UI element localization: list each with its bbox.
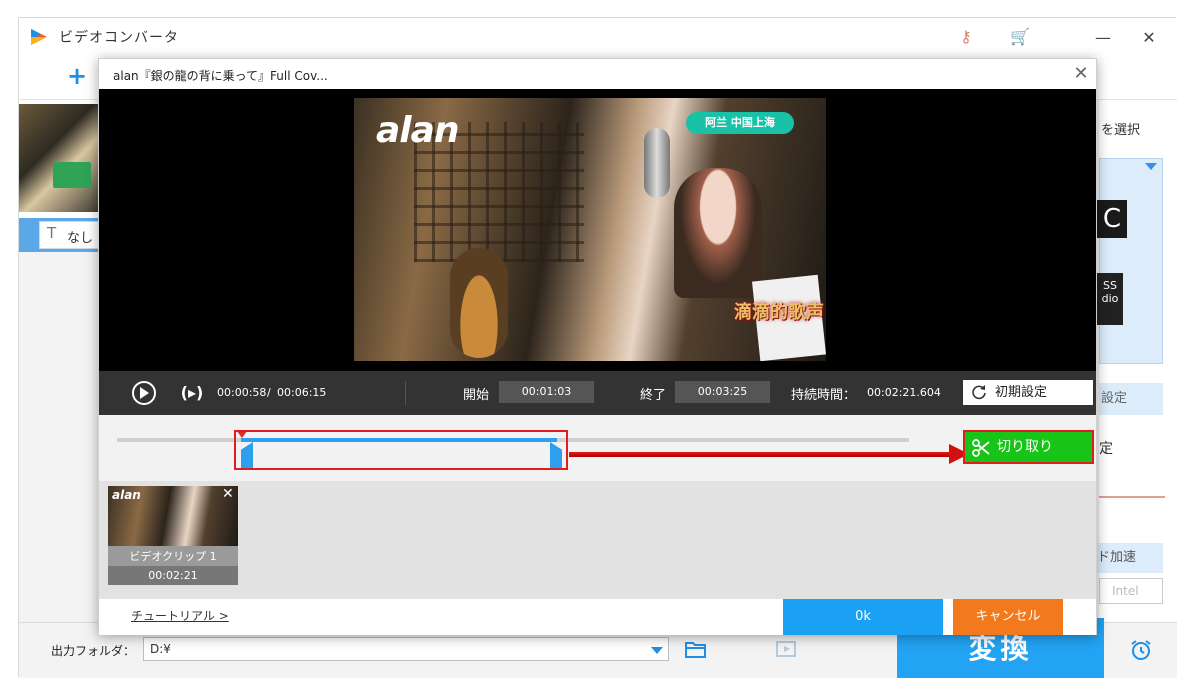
thumbnail-sign	[53, 162, 91, 188]
app-logo-icon	[31, 29, 47, 45]
clip-brand-text: alan	[112, 488, 141, 502]
video-frame[interactable]: alan 阿兰 中国上海 滴滴的歌声	[354, 98, 826, 361]
key-icon[interactable]: ⚷	[955, 26, 977, 48]
clip-list: alan ✕ ビデオクリップ 1 00:02:21	[99, 481, 1096, 599]
frame-guitar	[450, 248, 508, 358]
highlight-box	[234, 430, 568, 470]
video-location-badge: 阿兰 中国上海	[686, 112, 794, 134]
folder-icon[interactable]	[685, 640, 707, 658]
start-label: 開始	[463, 388, 490, 403]
add-file-button[interactable]: +	[67, 62, 87, 90]
clip-thumbnail: alan ✕	[108, 486, 238, 546]
clip-card[interactable]: alan ✕ ビデオクリップ 1 00:02:21	[108, 486, 238, 585]
chevron-down-icon[interactable]	[1145, 163, 1157, 170]
trim-dialog: alan『銀の龍の背に乗って』Full Cov... ✕ alan 阿兰 中国上…	[98, 58, 1097, 635]
tutorial-link[interactable]: チュートリアル >	[131, 607, 229, 624]
video-preview: alan 阿兰 中国上海 滴滴的歌声	[99, 89, 1096, 371]
export-video-icon[interactable]	[775, 638, 797, 660]
clip-duration: 00:02:21	[108, 566, 238, 585]
clip-delete-icon[interactable]: ✕	[222, 486, 234, 502]
intel-checkbox[interactable]: Intel	[1099, 578, 1163, 604]
app-titlebar: ビデオコンバータ ⚷ 🛒 — ✕	[19, 18, 1177, 56]
play-icon	[140, 387, 149, 399]
file-thumbnail[interactable]	[19, 104, 99, 212]
video-show-logo: 滴滴的歌声	[734, 302, 824, 323]
output-folder-select[interactable]: D:¥	[143, 637, 669, 661]
cart-icon[interactable]: 🛒	[1009, 26, 1031, 48]
time-separator: /	[267, 386, 271, 399]
duration-label: 持続時間：	[791, 388, 857, 403]
cancel-button[interactable]: キャンセル	[953, 599, 1063, 635]
dialog-title: alan『銀の龍の背に乗って』Full Cov...	[113, 69, 328, 83]
video-brand-text: alan	[376, 110, 460, 151]
current-time: 00:00:58	[217, 386, 267, 399]
alarm-clock-icon[interactable]	[1129, 638, 1153, 662]
format-code-top: C	[1097, 200, 1127, 238]
end-label: 終了	[640, 388, 667, 403]
divider	[405, 381, 406, 405]
dialog-close-button[interactable]: ✕	[1071, 64, 1091, 84]
frame-microphone	[644, 128, 670, 198]
quality-slider[interactable]	[1099, 496, 1165, 498]
parameter-settings-button[interactable]: 設定	[1099, 383, 1163, 415]
subtitle-label: なし	[67, 231, 94, 246]
refresh-icon	[972, 385, 986, 400]
clip-name: ビデオクリップ 1	[129, 550, 217, 563]
text-icon: T	[47, 224, 57, 242]
setting-label: 定	[1099, 441, 1113, 457]
frame-singer	[674, 168, 762, 298]
output-folder-label: 出力フォルダ：	[51, 644, 136, 658]
end-time-input[interactable]: 00:03:25	[675, 381, 770, 403]
step-play-icon[interactable]: (▸)	[179, 381, 205, 405]
total-time: 00:06:15	[277, 386, 327, 399]
hw-accel-label: ド加速	[1091, 543, 1163, 573]
ok-button[interactable]: 0k	[783, 599, 943, 635]
file-list-panel: T なし	[19, 100, 99, 252]
dropdown-arrow-icon[interactable]	[651, 647, 663, 654]
annotation-arrow-shaft	[569, 452, 953, 457]
duration-value: 00:02:21.604	[867, 386, 941, 399]
format-code-bottom: SS dio	[1097, 273, 1123, 325]
scissors-icon	[972, 439, 990, 457]
close-button[interactable]: ✕	[1137, 28, 1161, 48]
format-card[interactable]	[1099, 158, 1163, 364]
start-time-input[interactable]: 00:01:03	[499, 381, 594, 403]
trim-timeline: 切り取り	[99, 415, 1096, 481]
minimize-button[interactable]: —	[1091, 28, 1115, 48]
format-select-label: を選択	[1101, 123, 1141, 138]
dialog-footer	[99, 599, 1096, 635]
app-title: ビデオコンバータ	[59, 30, 179, 46]
playback-controls: (▸) 00:00:58 / 00:06:15 開始 00:01:03 終了 0…	[99, 371, 1096, 415]
